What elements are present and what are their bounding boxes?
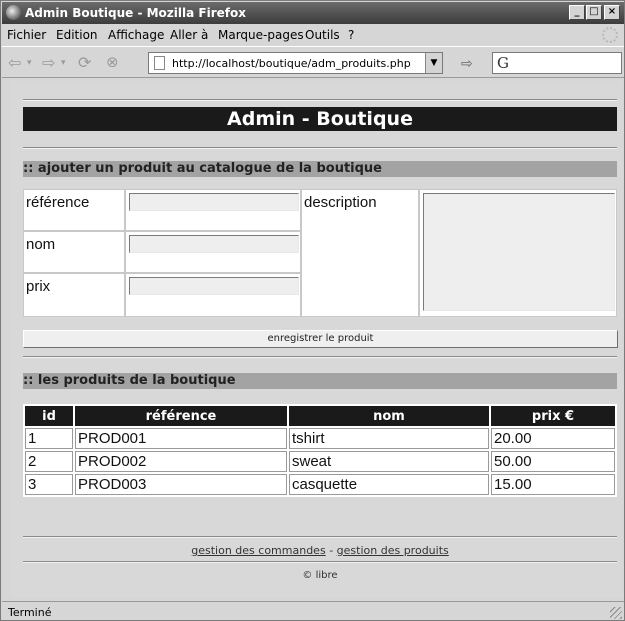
forward-arrow-icon[interactable]: ⇨ [42, 53, 55, 72]
cell-reference: PROD002 [75, 451, 287, 472]
page-title: Admin - Boutique [23, 107, 617, 131]
table-header-row: id référence nom prix € [25, 406, 615, 426]
column-header-name: nom [289, 406, 489, 426]
product-list-section-title: :: les produits de la boutique [23, 373, 617, 389]
products-table: id référence nom prix € 1 PROD001 tshirt… [23, 404, 617, 497]
menu-item-help[interactable]: ? [348, 28, 354, 42]
copyright: © libre [302, 570, 338, 581]
url-dropdown-icon[interactable]: ▼ [425, 53, 442, 73]
divider [23, 99, 617, 101]
url-bar[interactable]: http://localhost/boutique/adm_produits.p… [148, 52, 443, 74]
menu-item-aller[interactable]: Aller à [170, 28, 208, 42]
column-header-id: id [25, 406, 73, 426]
firefox-icon [6, 5, 21, 20]
status-text: Terminé [8, 606, 52, 619]
column-header-price: prix € [491, 406, 615, 426]
add-product-form: référence nom prix description [23, 189, 617, 317]
cell-name: tshirt [289, 428, 489, 449]
cell-price: 20.00 [491, 428, 615, 449]
cell-reference: PROD003 [75, 474, 287, 495]
table-row: 3 PROD003 casquette 15.00 [25, 474, 615, 495]
cell-id: 2 [25, 451, 73, 472]
table-row: 2 PROD002 sweat 50.00 [25, 451, 615, 472]
menu-item-outils[interactable]: Outils [305, 28, 340, 42]
window-title: Admin Boutique - Mozilla Firefox [25, 6, 246, 20]
cell-name: casquette [289, 474, 489, 495]
divider [23, 536, 617, 538]
footer-separator: - [329, 544, 334, 557]
cell-price: 15.00 [491, 474, 615, 495]
add-product-section-title: :: ajouter un produit au catalogue de la… [23, 161, 617, 177]
description-textarea[interactable] [423, 193, 615, 311]
forward-dropdown-icon[interactable]: ▾ [61, 58, 66, 68]
cell-id: 3 [25, 474, 73, 495]
resize-grip-icon[interactable] [610, 607, 622, 619]
save-product-button[interactable]: enregistrer le produit [23, 330, 618, 348]
page-icon [154, 56, 165, 70]
page-content: Admin - Boutique :: ajouter un produit a… [11, 81, 623, 598]
url-text: http://localhost/boutique/adm_produits.p… [172, 57, 411, 70]
cell-reference: PROD001 [75, 428, 287, 449]
divider [23, 356, 617, 358]
footer-links: gestion des commandes - gestion des prod… [23, 544, 617, 557]
status-bar: Terminé [2, 601, 624, 621]
description-label: description [304, 194, 377, 211]
cell-id: 1 [25, 428, 73, 449]
menu-item-fichier[interactable]: Fichier [7, 28, 46, 42]
go-icon[interactable]: ⇨ [461, 56, 473, 72]
name-label: nom [26, 236, 56, 253]
price-label: prix [26, 278, 51, 295]
minimize-icon[interactable]: _ [569, 5, 585, 20]
reference-label: référence [26, 194, 90, 211]
title-bar: Admin Boutique - Mozilla Firefox _ □ × [2, 2, 624, 24]
price-field[interactable] [129, 277, 299, 295]
cell-price: 50.00 [491, 451, 615, 472]
stop-icon[interactable]: ⊗ [106, 53, 119, 71]
menu-bar: Fichier Edition Affichage Aller à Marque… [2, 25, 624, 45]
back-arrow-icon[interactable]: ⇦ [8, 53, 21, 72]
google-icon[interactable]: G [497, 54, 509, 72]
back-dropdown-icon[interactable]: ▾ [27, 58, 32, 68]
orders-link[interactable]: gestion des commandes [191, 544, 325, 557]
maximize-icon[interactable]: □ [586, 5, 602, 20]
column-header-reference: référence [75, 406, 287, 426]
close-icon[interactable]: × [604, 5, 620, 20]
cell-name: sweat [289, 451, 489, 472]
menu-item-edition[interactable]: Edition [56, 28, 98, 42]
browser-window: Admin Boutique - Mozilla Firefox _ □ × F… [0, 0, 625, 621]
search-input[interactable]: G [492, 52, 622, 74]
navigation-toolbar: ⇦ ▾ ⇨ ▾ ⟳ ⊗ http://localhost/boutique/ad… [2, 46, 624, 78]
reload-icon[interactable]: ⟳ [78, 53, 91, 72]
name-field[interactable] [129, 235, 299, 253]
reference-field[interactable] [129, 193, 299, 211]
divider [23, 147, 617, 149]
menu-item-affichage[interactable]: Affichage [108, 28, 164, 42]
divider [23, 561, 617, 563]
products-link[interactable]: gestion des produits [337, 544, 449, 557]
throbber-icon [602, 27, 618, 43]
menu-item-marque-pages[interactable]: Marque-pages [218, 28, 304, 42]
table-row: 1 PROD001 tshirt 20.00 [25, 428, 615, 449]
